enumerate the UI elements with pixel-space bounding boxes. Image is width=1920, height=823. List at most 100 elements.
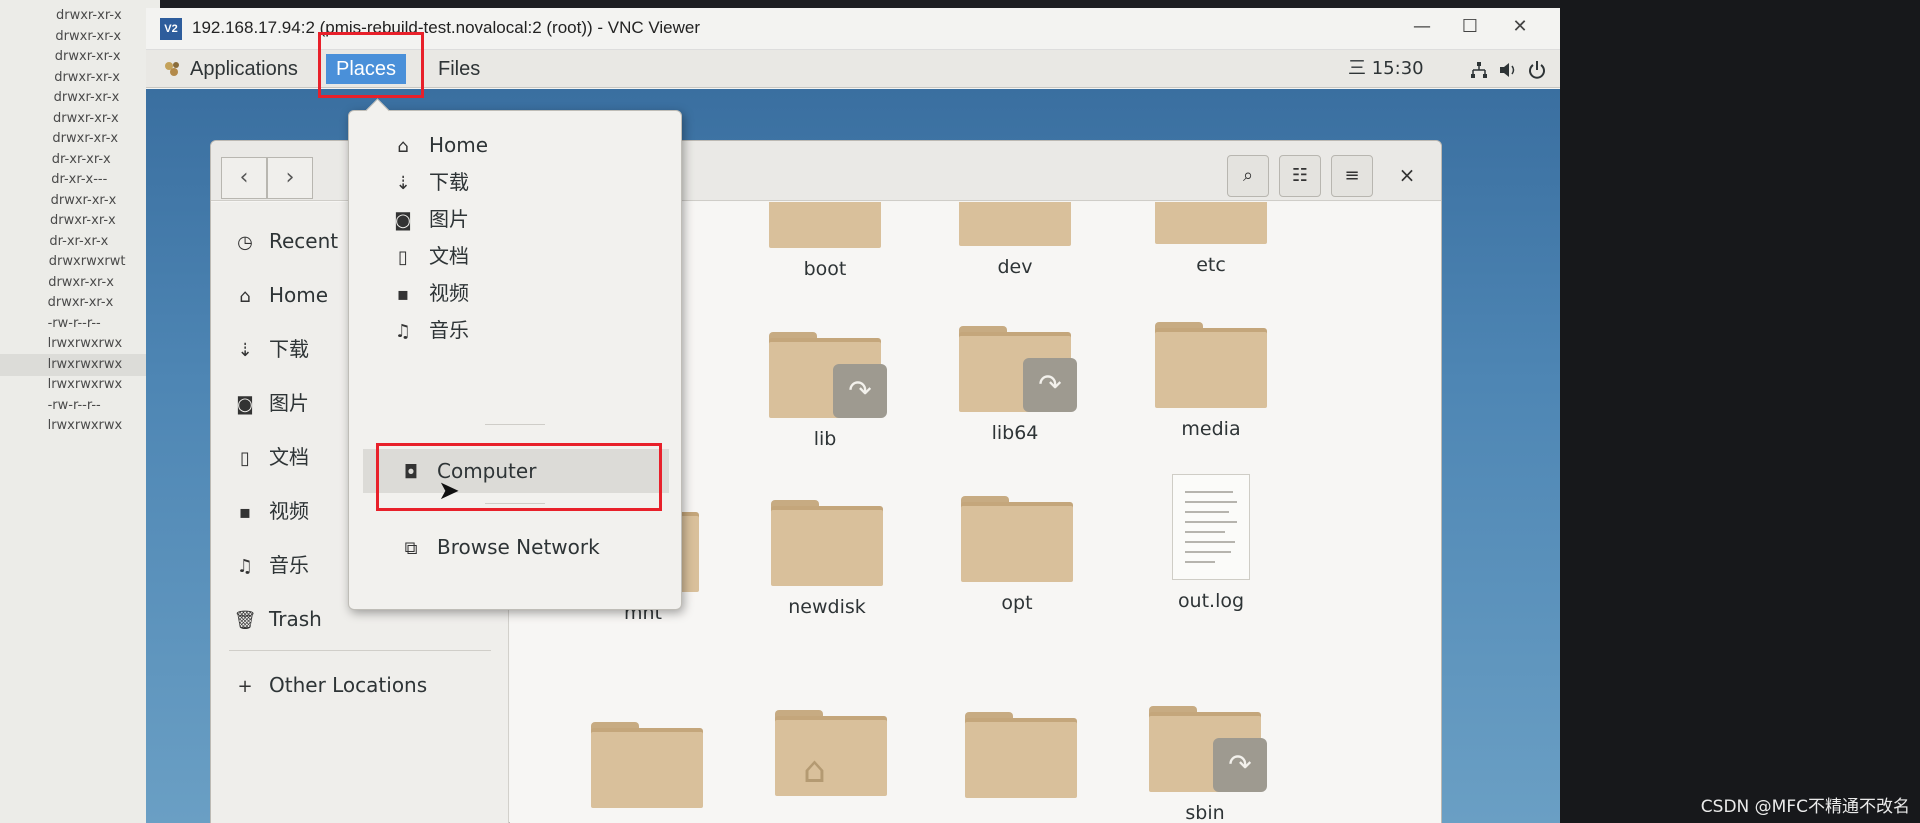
search-button[interactable]: ⌕	[1227, 155, 1269, 197]
network-icon[interactable]	[1470, 61, 1488, 79]
menu-item-label: 图片	[429, 207, 469, 231]
terminal-permission-line: dr-xr-xr-x	[49, 233, 109, 249]
folder-item[interactable]: opt	[942, 496, 1092, 614]
file-name: lib64	[991, 422, 1039, 444]
folder-icon: ↷	[769, 332, 887, 418]
terminal-permission-line: -rw-r--r--	[47, 315, 101, 331]
sidebar-place-icon: ▯	[240, 448, 250, 469]
folder-item[interactable]: ↷ lib64	[940, 326, 1090, 444]
close-file-manager-button[interactable]: ×	[1389, 155, 1425, 197]
file-item[interactable]: out.log	[1136, 474, 1286, 612]
file-name: boot	[803, 258, 847, 280]
places-dropdown: ⌂ Home ⇣ 下载 ◙ 图片 ▯ 文档 ▪ 视频 ♫ 音乐 ◘ Computer ⧉ Browse N…	[348, 110, 682, 610]
place-icon: ▯	[398, 247, 408, 268]
sidebar-item-home[interactable]: ⌂ Home	[233, 278, 328, 312]
sidebar-item-label: Recent	[269, 229, 339, 253]
menu-item-place[interactable]: ▪ 视频	[391, 275, 469, 311]
menu-item-place[interactable]: ⌂ Home	[391, 127, 488, 163]
folder-icon: ↷	[959, 326, 1077, 412]
places-highlight-box	[318, 32, 424, 98]
terminal-permission-line: drwxr-xr-x	[53, 110, 119, 126]
volume-icon[interactable]	[1498, 61, 1518, 79]
folder-item[interactable]: boot	[750, 202, 900, 280]
clock[interactable]: 三 15:30	[1348, 54, 1424, 84]
sidebar-item-label: 图片	[269, 391, 309, 415]
menu-item-place[interactable]: ◙ 图片	[391, 201, 469, 237]
back-button[interactable]: ‹	[221, 157, 267, 199]
clock-weekday: 三	[1348, 58, 1366, 79]
folder-icon	[965, 712, 1077, 798]
text-file-icon	[1172, 474, 1250, 580]
folder-item[interactable]: media	[1136, 322, 1286, 440]
folder-item[interactable]: etc	[1136, 202, 1286, 276]
symlink-arrow-icon: ↷	[833, 364, 887, 418]
sidebar-place-icon: ⌂	[239, 286, 251, 307]
menu-item-place[interactable]: ♫ 音乐	[391, 312, 469, 348]
sidebar-item-文档[interactable]: ▯ 文档	[233, 440, 309, 474]
plus-icon: +	[237, 676, 253, 697]
folder-item[interactable]: ↷ sbin	[1130, 706, 1280, 823]
sidebar-item-other-locations[interactable]: + Other Locations	[233, 668, 427, 702]
file-name: lib	[813, 428, 837, 450]
file-name: opt	[1001, 592, 1033, 614]
minimize-button[interactable]: —	[1408, 16, 1436, 37]
terminal-permission-line: lrwxrwxrwx	[47, 356, 123, 372]
terminal-permission-line: lrwxrwxrwx	[47, 336, 123, 351]
terminal-permission-line: drwxr-xr-x	[54, 49, 121, 64]
sidebar-item-下载[interactable]: ⇣ 下载	[233, 332, 309, 366]
place-icon: ▪	[396, 284, 410, 305]
place-icon: ⌂	[397, 136, 409, 157]
menu-item-label: Home	[429, 133, 489, 157]
home-icon: ⌂	[803, 750, 826, 791]
terminal-permission-line: drwxr-xr-x	[48, 274, 114, 290]
sidebar-place-icon: 🗑	[233, 610, 257, 631]
menu-item-browse-network[interactable]: ⧉ Browse Network	[399, 529, 600, 565]
window-title: 192.168.17.94:2 (pmis-rebuild-test.noval…	[192, 18, 701, 37]
terminal-permission-line: drwxr-xr-x	[50, 192, 117, 208]
file-name: newdisk	[788, 596, 866, 618]
folder-item[interactable]: ↷ lib	[750, 332, 900, 450]
terminal-permission-line: drwxr-xr-x	[54, 69, 120, 85]
search-icon: ⌕	[1242, 165, 1254, 186]
sidebar-place-icon: ⇣	[237, 340, 253, 361]
files-menu[interactable]: Files	[428, 54, 490, 84]
folder-item[interactable]	[946, 712, 1096, 798]
background-window-strip	[1560, 0, 1920, 823]
forward-button[interactable]: ›	[267, 157, 313, 199]
menu-icon: ≡	[1344, 165, 1360, 186]
sidebar-item-视频[interactable]: ▪ 视频	[233, 494, 309, 528]
file-name: media	[1181, 418, 1241, 440]
sidebar-place-icon: ◷	[237, 232, 253, 253]
folder-icon	[591, 722, 703, 808]
menu-item-label: 文档	[429, 244, 469, 268]
folder-icon: ↷	[1149, 706, 1267, 792]
terminal-permission-line: drwxr-xr-x	[50, 213, 116, 228]
mouse-cursor-icon: ➤	[438, 476, 460, 506]
file-name: etc	[1196, 254, 1226, 276]
sidebar-item-图片[interactable]: ◙ 图片	[233, 386, 309, 420]
folder-item[interactable]	[572, 722, 722, 808]
terminal-permission-line: drwxrwxrwt	[48, 254, 126, 269]
sidebar-item-音乐[interactable]: ♫ 音乐	[233, 548, 309, 582]
menu-item-label: 音乐	[429, 318, 469, 342]
sidebar-item-label: Other Locations	[269, 673, 428, 697]
power-icon[interactable]	[1528, 60, 1546, 80]
file-name: sbin	[1185, 802, 1225, 823]
terminal-permission-line: dr-xr-x---	[51, 172, 108, 187]
folder-item[interactable]: newdisk	[752, 500, 902, 618]
list-view-icon: ☷	[1291, 165, 1309, 186]
applications-icon	[165, 62, 179, 76]
place-icon: ♫	[394, 321, 412, 342]
folder-item[interactable]: ⌂	[756, 710, 906, 796]
place-icon: ⇣	[395, 173, 411, 194]
applications-menu[interactable]: Applications	[154, 54, 308, 84]
menu-item-place[interactable]: ▯ 文档	[391, 238, 469, 274]
close-window-button[interactable]: ✕	[1506, 16, 1534, 37]
hamburger-menu-button[interactable]: ≡	[1331, 155, 1373, 197]
sidebar-item-recent[interactable]: ◷ Recent	[233, 224, 338, 258]
sidebar-item-trash[interactable]: 🗑 Trash	[233, 602, 322, 636]
maximize-button[interactable]: ☐	[1456, 16, 1484, 37]
menu-item-place[interactable]: ⇣ 下载	[391, 164, 469, 200]
folder-item[interactable]: dev	[940, 202, 1090, 278]
view-toggle-button[interactable]: ☷	[1279, 155, 1321, 197]
